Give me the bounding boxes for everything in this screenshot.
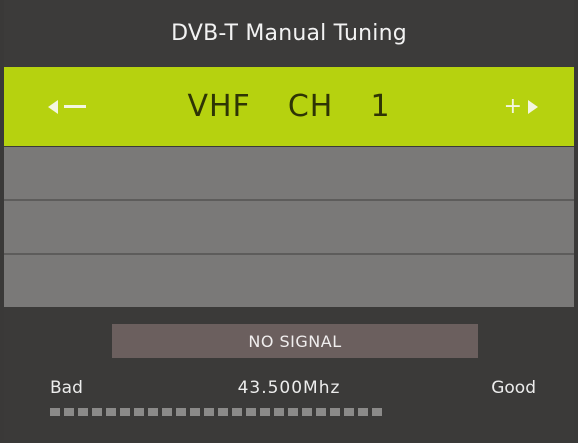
arrow-right-icon bbox=[528, 99, 538, 114]
signal-meter-segment bbox=[190, 408, 200, 416]
channel-value: VHF CH 1 bbox=[187, 89, 391, 124]
channel-selector-row[interactable]: VHF CH 1 + bbox=[4, 67, 574, 146]
signal-meter-segment bbox=[106, 408, 116, 416]
signal-meter-segment bbox=[330, 408, 340, 416]
signal-meter-segment bbox=[246, 408, 256, 416]
signal-status-box: NO SIGNAL bbox=[112, 324, 478, 358]
tuning-dialog: DVB-T Manual Tuning VHF CH 1 + NO SIGNAL… bbox=[4, 0, 574, 440]
signal-status-text: NO SIGNAL bbox=[248, 331, 342, 351]
signal-strength-meter bbox=[50, 408, 382, 416]
signal-meter-segment bbox=[260, 408, 270, 416]
frequency-readout: 43.500Mhz bbox=[237, 378, 341, 398]
increase-channel-button[interactable]: + bbox=[504, 67, 538, 146]
signal-meter-segment bbox=[316, 408, 326, 416]
signal-meter-segment bbox=[162, 408, 172, 416]
signal-meter-segment bbox=[134, 408, 144, 416]
signal-meter-segment bbox=[204, 408, 214, 416]
signal-meter-segment bbox=[92, 408, 102, 416]
signal-good-label: Good bbox=[491, 378, 536, 398]
signal-meter-segment bbox=[148, 408, 158, 416]
signal-meter-segment bbox=[120, 408, 130, 416]
signal-meter-segment bbox=[50, 408, 60, 416]
signal-meter-segment bbox=[358, 408, 368, 416]
menu-row-empty bbox=[4, 147, 574, 199]
plus-icon: + bbox=[503, 93, 522, 119]
dialog-title-text: DVB-T Manual Tuning bbox=[171, 20, 407, 46]
signal-meter-segment bbox=[232, 408, 242, 416]
signal-meter-segment bbox=[302, 408, 312, 416]
signal-meter-segment bbox=[344, 408, 354, 416]
menu-row-empty bbox=[4, 201, 574, 253]
signal-meter-segment bbox=[176, 408, 186, 416]
signal-meter-segment bbox=[64, 408, 74, 416]
tv-osd-screen: DVB-T Manual Tuning VHF CH 1 + NO SIGNAL… bbox=[0, 0, 578, 443]
signal-meter-segment bbox=[78, 408, 88, 416]
menu-row-empty bbox=[4, 255, 574, 307]
signal-meter-segment bbox=[274, 408, 284, 416]
signal-meter-segment bbox=[218, 408, 228, 416]
dialog-title: DVB-T Manual Tuning bbox=[4, 0, 574, 66]
signal-meter-segment bbox=[372, 408, 382, 416]
signal-meter-segment bbox=[288, 408, 298, 416]
